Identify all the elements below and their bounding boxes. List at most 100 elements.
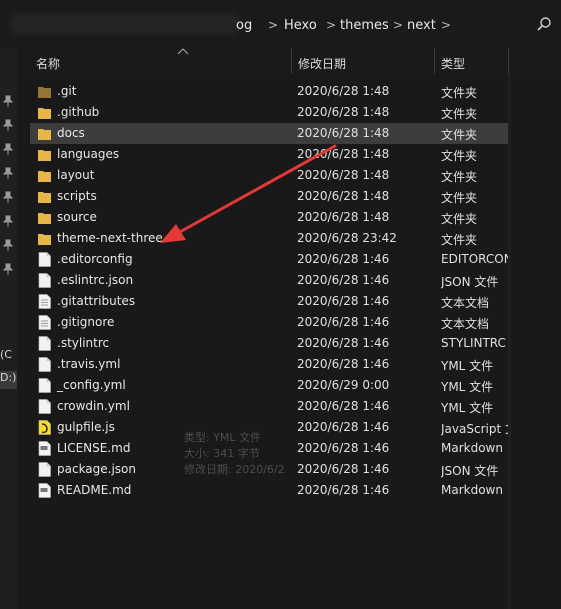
file-row[interactable]: .eslintrc.json 2020/6/28 1:46 JSON 文件 (30, 270, 508, 291)
file-icon (38, 252, 51, 267)
tooltip: 类型: YML 文件 大小: 341 字节 修改日期: 2020/6/2 (184, 430, 304, 478)
file-row[interactable]: README.md 2020/6/28 1:46 Markdown (30, 480, 508, 501)
file-date: 2020/6/28 1:46 (297, 399, 390, 413)
blurred-path-segment (10, 14, 240, 34)
file-name: LICENSE.md (57, 441, 131, 455)
file-row[interactable]: languages 2020/6/28 1:48 文件夹 (30, 144, 508, 165)
pin-icon[interactable] (3, 263, 13, 275)
breadcrumb-og[interactable]: og (236, 18, 252, 33)
folder-icon (38, 84, 51, 99)
file-type: JSON 文件 (441, 464, 499, 478)
column-type[interactable]: 类型 (441, 55, 465, 72)
file-row[interactable]: theme-next-three 2020/6/28 23:42 文件夹 (30, 228, 508, 249)
file-row[interactable]: .gitignore 2020/6/28 1:46 文本文档 (30, 312, 508, 333)
address-bar[interactable]: og > Hexo > themes > next > (0, 0, 561, 48)
file-name: .editorconfig (57, 252, 133, 266)
file-row[interactable]: .github 2020/6/28 1:48 文件夹 (30, 102, 508, 123)
folder-icon (38, 210, 51, 225)
breadcrumb-separator: > (393, 18, 404, 32)
file-date: 2020/6/28 1:46 (297, 420, 390, 434)
file-type: 文件夹 (441, 107, 478, 121)
file-date: 2020/6/28 1:48 (297, 84, 390, 98)
file-date: 2020/6/28 1:46 (297, 462, 390, 476)
breadcrumb-separator: > (268, 18, 279, 32)
nav-drive-d[interactable]: D:) (0, 371, 17, 389)
file-name: .github (57, 105, 100, 119)
file-type: YML 文件 (441, 401, 494, 415)
file-type: 文件夹 (441, 170, 478, 184)
file-row[interactable]: .travis.yml 2020/6/28 1:46 YML 文件 (30, 354, 508, 375)
folder-icon (38, 147, 51, 162)
column-date-modified[interactable]: 修改日期 (298, 55, 346, 72)
file-type: STYLINTRC (441, 336, 506, 350)
text-file-icon (38, 294, 51, 309)
file-name: .eslintrc.json (57, 273, 134, 287)
file-name: gulpfile.js (57, 420, 115, 434)
file-date: 2020/6/28 1:48 (297, 105, 390, 119)
file-icon (38, 399, 51, 414)
file-type: 文件夹 (441, 233, 478, 247)
text-file-icon (38, 315, 51, 330)
md-file-icon (38, 483, 51, 498)
file-name: .gitignore (57, 315, 115, 329)
folder-icon (38, 168, 51, 183)
file-date: 2020/6/28 1:48 (297, 210, 390, 224)
tooltip-size: 大小: 341 字节 (184, 447, 260, 460)
pin-icon[interactable] (3, 239, 13, 251)
pin-icon[interactable] (3, 95, 13, 107)
vertical-scrollbar[interactable] (508, 74, 511, 609)
file-row[interactable]: .gitattributes 2020/6/28 1:46 文本文档 (30, 291, 508, 312)
breadcrumb-next[interactable]: next (407, 18, 436, 33)
file-row[interactable]: _config.yml 2020/6/29 0:00 YML 文件 (30, 375, 508, 396)
breadcrumb-separator: > (441, 18, 452, 32)
folder-icon (38, 105, 51, 120)
breadcrumb-hexo[interactable]: Hexo (284, 18, 317, 33)
file-type: YML 文件 (441, 359, 494, 373)
pin-icon[interactable] (3, 167, 13, 179)
nav-drive-c[interactable]: (C (0, 348, 17, 366)
pin-icon[interactable] (3, 191, 13, 203)
file-date: 2020/6/28 1:48 (297, 126, 390, 140)
file-row[interactable]: crowdin.yml 2020/6/28 1:46 YML 文件 (30, 396, 508, 417)
file-row[interactable]: scripts 2020/6/28 1:48 文件夹 (30, 186, 508, 207)
breadcrumb-themes[interactable]: themes (340, 18, 389, 33)
pin-icon[interactable] (3, 215, 13, 227)
file-row[interactable]: .stylintrc 2020/6/28 1:46 STYLINTRC (30, 333, 508, 354)
file-date: 2020/6/28 1:46 (297, 336, 390, 350)
file-type: 文件夹 (441, 149, 478, 163)
tooltip-date: 修改日期: 2020/6/2 (184, 463, 285, 476)
column-name[interactable]: 名称 (36, 55, 60, 72)
file-name: theme-next-three (57, 231, 163, 245)
file-type: 文件夹 (441, 86, 478, 100)
file-date: 2020/6/28 1:46 (297, 252, 390, 266)
file-date: 2020/6/28 1:46 (297, 315, 390, 329)
file-row[interactable]: .editorconfig 2020/6/28 1:46 EDITORCONFIG (30, 249, 508, 270)
file-row[interactable]: source 2020/6/28 1:48 文件夹 (30, 207, 508, 228)
pin-icon[interactable] (3, 143, 13, 155)
file-date: 2020/6/28 1:46 (297, 273, 390, 287)
file-type: Markdown (441, 441, 503, 455)
file-icon (38, 273, 51, 288)
file-name: .stylintrc (57, 336, 110, 350)
pin-icon[interactable] (3, 119, 13, 131)
search-icon[interactable] (536, 16, 552, 32)
file-icon (38, 336, 51, 351)
file-date: 2020/6/28 23:42 (297, 231, 397, 245)
file-icon (38, 462, 51, 477)
file-type: 文本文档 (441, 296, 490, 310)
column-header: 名称 修改日期 类型 (18, 48, 561, 74)
file-row[interactable]: .git 2020/6/28 1:48 文件夹 (30, 81, 508, 102)
file-type: JSON 文件 (441, 275, 499, 289)
file-row[interactable]: docs 2020/6/28 1:48 文件夹 (30, 123, 508, 144)
column-divider[interactable] (291, 48, 292, 74)
column-divider[interactable] (508, 48, 509, 74)
breadcrumb-separator: > (326, 18, 337, 32)
file-name: scripts (57, 189, 97, 203)
file-type: 文本文档 (441, 317, 490, 331)
file-name: .git (57, 84, 77, 98)
column-divider[interactable] (434, 48, 435, 74)
file-row[interactable]: layout 2020/6/28 1:48 文件夹 (30, 165, 508, 186)
file-date: 2020/6/28 1:48 (297, 168, 390, 182)
folder-icon (38, 126, 51, 141)
file-name: .travis.yml (57, 357, 121, 371)
